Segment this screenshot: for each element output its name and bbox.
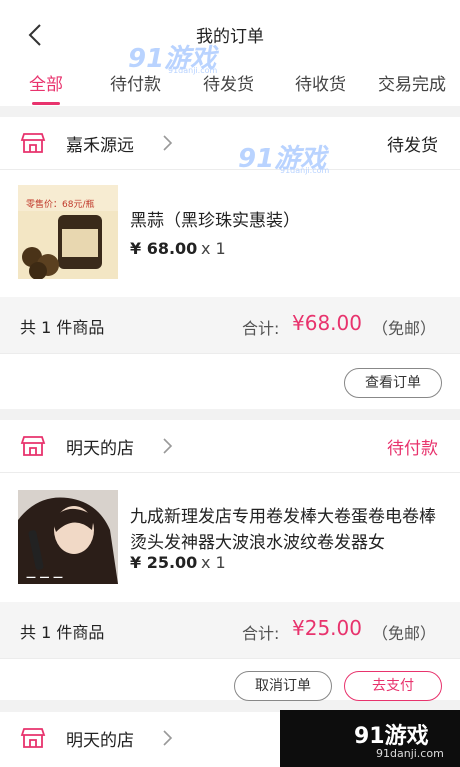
- corner-logo-site: 91danji.com: [376, 747, 444, 760]
- shop-name[interactable]: 明天的店: [66, 434, 134, 459]
- corner-logo-text: 91游戏: [354, 724, 429, 749]
- divider: [0, 658, 460, 659]
- shipping-note: （免邮）: [372, 624, 437, 643]
- pay-button[interactable]: 去支付: [344, 671, 442, 701]
- store-icon: [20, 133, 46, 153]
- order-summary: 共 1 件商品 合计: ¥68.00 （免邮）: [0, 297, 460, 353]
- order-card: 嘉禾源远 待发货 零售价：68元/瓶 黑蒜（黑珍珠实惠装） ¥ 68.00 x …: [0, 117, 460, 409]
- divider: [0, 169, 460, 170]
- tab-all[interactable]: 全部: [29, 70, 63, 95]
- cancel-order-button[interactable]: 取消订单: [234, 671, 332, 701]
- shipping-note: （免邮）: [372, 319, 437, 338]
- page-title: 我的订单: [196, 27, 264, 47]
- chevron-right-icon: [163, 438, 173, 454]
- item-count: 共 1 件商品: [20, 318, 105, 337]
- tab-pending-receipt[interactable]: 待收货: [295, 70, 346, 95]
- svg-text:— — —: — — —: [26, 572, 63, 583]
- divider: [0, 472, 460, 473]
- shop-row[interactable]: 明天的店 待付款: [0, 420, 460, 472]
- item-count: 共 1 件商品: [20, 623, 105, 642]
- chevron-right-icon: [163, 135, 173, 151]
- curling-iron-image: — — —: [18, 490, 118, 584]
- total-label: 合计:: [242, 624, 280, 643]
- product-thumbnail[interactable]: — — —: [18, 490, 118, 584]
- product-quantity: x 1: [201, 239, 226, 258]
- watermark-site: 91danji.com: [168, 66, 218, 75]
- product-name[interactable]: 九成新理发店专用卷发棒大卷蛋卷电卷棒烫头发神器大波浪水波纹卷发器女: [130, 504, 446, 556]
- product-price: ¥ 68.00: [130, 239, 198, 258]
- product-thumbnail[interactable]: 零售价：68元/瓶: [18, 185, 118, 279]
- view-order-button[interactable]: 查看订单: [344, 368, 442, 398]
- product-name[interactable]: 黑蒜（黑珍珠实惠装）: [130, 208, 446, 234]
- store-icon: [20, 436, 46, 456]
- order-card: 明天的店 待付款 — — — 九成新理发店专用卷发棒大卷蛋卷电卷棒烫头发神器大波…: [0, 420, 460, 701]
- order-tabs: 全部 待付款 待发货 待收货 交易完成: [0, 70, 460, 106]
- product-price: ¥ 25.00: [130, 553, 198, 572]
- tab-completed[interactable]: 交易完成: [378, 70, 446, 95]
- thumb-caption: 零售价：68元/瓶: [26, 198, 95, 210]
- total-label: 合计:: [242, 319, 280, 338]
- shop-row[interactable]: 嘉禾源远 待发货: [0, 117, 460, 169]
- order-summary: 共 1 件商品 合计: ¥25.00 （免邮）: [0, 602, 460, 658]
- divider: [0, 353, 460, 354]
- total-amount: ¥68.00: [292, 311, 362, 335]
- total-amount: ¥25.00: [292, 616, 362, 640]
- store-icon: [20, 728, 46, 748]
- shop-name[interactable]: 嘉禾源远: [66, 131, 134, 156]
- header: 我的订单 全部 待付款 待发货 待收货 交易完成: [0, 0, 460, 106]
- order-status: 待发货: [387, 136, 438, 156]
- active-tab-indicator: [32, 102, 60, 105]
- shop-name[interactable]: 明天的店: [66, 726, 134, 751]
- watermark-site: 91danji.com: [280, 166, 330, 175]
- product-quantity: x 1: [201, 553, 226, 572]
- corner-watermark-logo: 91游戏 91danji.com: [280, 710, 460, 767]
- black-garlic-image: 零售价：68元/瓶: [18, 185, 118, 279]
- order-status: 待付款: [387, 439, 438, 459]
- chevron-right-icon: [163, 730, 173, 746]
